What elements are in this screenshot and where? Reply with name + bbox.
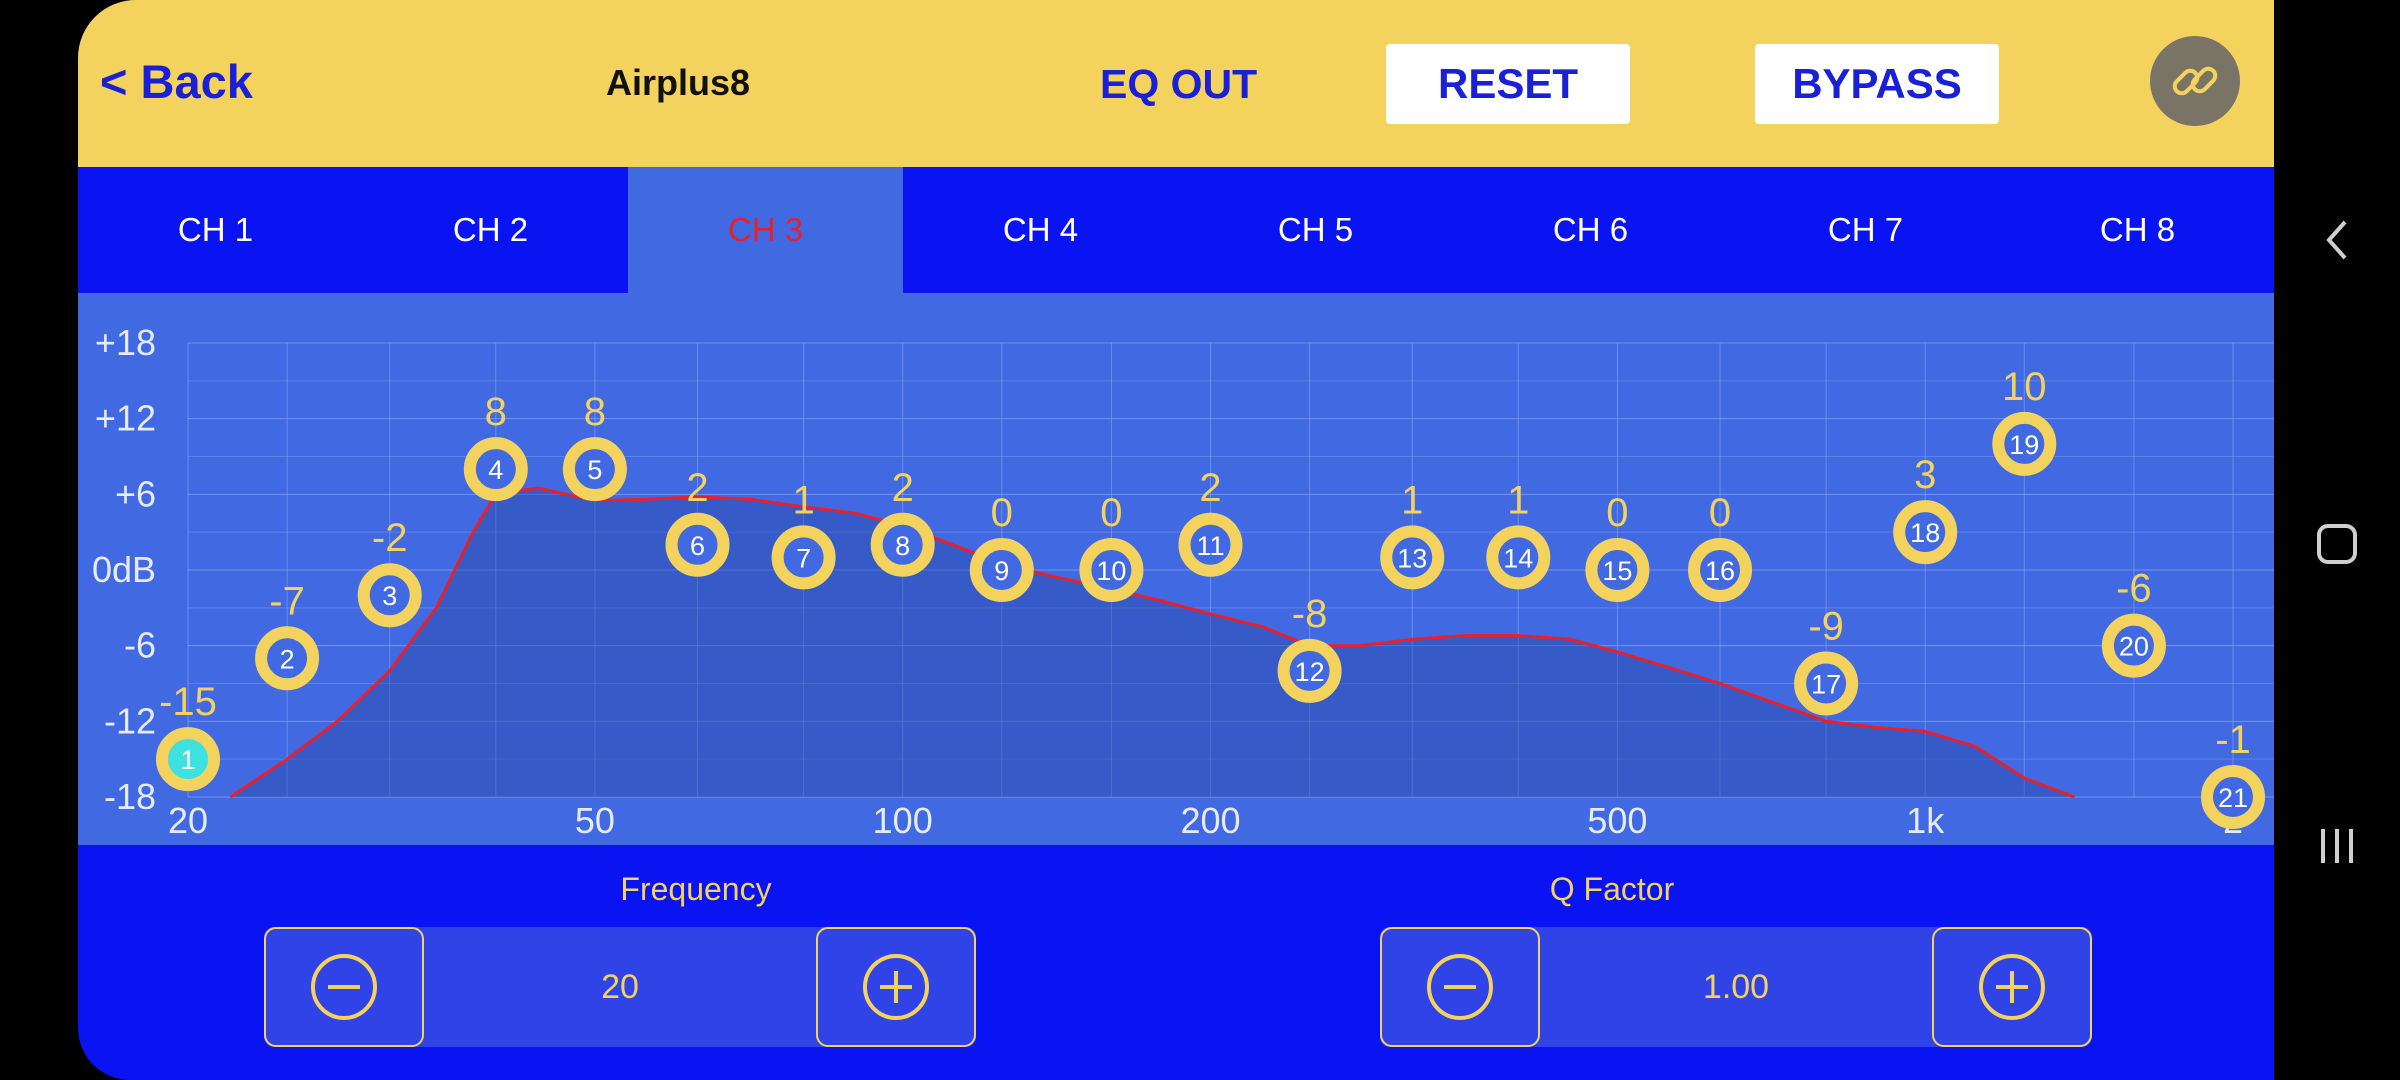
eq-app: < Back Airplus8 EQ OUT RESET BYPASS CH 1… xyxy=(78,0,2274,1080)
x-tick-label: 100 xyxy=(873,800,933,841)
eq-band-gain-label: 8 xyxy=(584,390,606,434)
tab-ch5[interactable]: CH 5 xyxy=(1178,167,1453,293)
eq-band-number: 15 xyxy=(1602,556,1632,586)
qfactor-decrease-button[interactable] xyxy=(1380,927,1540,1047)
eq-band-gain-label: 2 xyxy=(686,466,708,510)
eq-band-number: 6 xyxy=(690,531,705,561)
nav-back-button[interactable] xyxy=(2274,200,2400,280)
frequency-label: Frequency xyxy=(620,871,772,907)
eq-out-button[interactable]: EQ OUT xyxy=(1100,56,1257,112)
y-tick-label: +6 xyxy=(115,473,156,514)
qfactor-value[interactable]: 1.00 xyxy=(1540,927,1932,1047)
eq-band-gain-label: 8 xyxy=(485,390,507,434)
device-name: Airplus8 xyxy=(606,62,751,103)
frequency-increase-button[interactable] xyxy=(816,927,976,1047)
eq-band-number: 19 xyxy=(2009,430,2039,460)
eq-band-gain-label: -8 xyxy=(1292,592,1328,636)
minus-circle-icon xyxy=(311,954,377,1020)
eq-graph[interactable]: +18+12+60dB-6-12-1820501002005001k21-152… xyxy=(78,293,2274,845)
eq-band-gain-label: -9 xyxy=(1808,605,1844,649)
x-tick-label: 20 xyxy=(168,800,208,841)
channel-tabs: CH 1 CH 2 CH 3 CH 4 CH 5 CH 6 CH 7 CH 8 xyxy=(78,167,2274,293)
eq-band-number: 14 xyxy=(1503,543,1533,573)
minus-circle-icon xyxy=(1427,954,1493,1020)
plus-circle-icon xyxy=(863,954,929,1020)
eq-band-number: 18 xyxy=(1910,518,1940,548)
eq-band-gain-label: -15 xyxy=(159,680,217,724)
tab-ch4[interactable]: CH 4 xyxy=(903,167,1178,293)
y-tick-label: -6 xyxy=(124,625,156,666)
system-nav-bar xyxy=(2274,0,2400,1080)
plus-circle-icon xyxy=(1979,954,2045,1020)
tab-ch6[interactable]: CH 6 xyxy=(1453,167,1728,293)
x-tick-label: 50 xyxy=(575,800,615,841)
eq-band-number: 13 xyxy=(1397,543,1427,573)
eq-band-number: 3 xyxy=(382,581,397,611)
link-icon xyxy=(2172,66,2218,96)
tab-ch7[interactable]: CH 7 xyxy=(1728,167,2003,293)
nav-back-icon xyxy=(2326,220,2347,260)
eq-graph-area[interactable]: +18+12+60dB-6-12-1820501002005001k21-152… xyxy=(78,293,2274,845)
x-tick-label: 200 xyxy=(1180,800,1240,841)
eq-band-number: 11 xyxy=(1196,531,1224,561)
qfactor-label: Q Factor xyxy=(1549,871,1675,907)
eq-band-number: 2 xyxy=(280,644,295,674)
eq-band-number: 7 xyxy=(796,543,811,573)
eq-band-gain-label: 0 xyxy=(1709,491,1731,535)
reset-button[interactable]: RESET xyxy=(1386,44,1630,124)
nav-recents-button[interactable] xyxy=(2274,806,2400,886)
qfactor-stepper: 1.00 xyxy=(1380,927,2092,1047)
frequency-stepper: 20 xyxy=(264,927,976,1047)
eq-band-gain-label: -6 xyxy=(2116,567,2152,611)
eq-band-number: 21 xyxy=(2218,783,2248,813)
x-tick-label: 500 xyxy=(1587,800,1647,841)
eq-band-gain-label: -1 xyxy=(2215,718,2251,762)
eq-band-number: 8 xyxy=(895,531,910,561)
eq-band-gain-label: 10 xyxy=(2002,365,2047,409)
y-tick-label: -18 xyxy=(104,776,156,817)
y-tick-label: +18 xyxy=(95,322,156,363)
eq-band-number: 9 xyxy=(994,556,1009,586)
eq-band-number: 1 xyxy=(180,745,195,775)
response-curve-fill xyxy=(230,488,2075,797)
eq-band-gain-label: 1 xyxy=(1507,478,1529,522)
back-button[interactable]: < Back xyxy=(100,52,253,112)
tab-ch8[interactable]: CH 8 xyxy=(2000,167,2274,293)
eq-band-gain-label: 1 xyxy=(792,478,814,522)
tab-ch2[interactable]: CH 2 xyxy=(353,167,628,293)
nav-recents-icon xyxy=(2321,829,2353,863)
bypass-button[interactable]: BYPASS xyxy=(1755,44,1999,124)
eq-band-number: 20 xyxy=(2119,632,2149,662)
y-tick-label: +12 xyxy=(95,398,156,439)
frequency-decrease-button[interactable] xyxy=(264,927,424,1047)
eq-band-gain-label: 1 xyxy=(1401,478,1423,522)
eq-band-number: 10 xyxy=(1096,556,1126,586)
eq-band-number: 17 xyxy=(1811,670,1841,700)
eq-band-gain-label: 2 xyxy=(1199,466,1221,510)
eq-band-gain-label: 0 xyxy=(1606,491,1628,535)
eq-band-number: 16 xyxy=(1705,556,1735,586)
tab-ch1[interactable]: CH 1 xyxy=(78,167,353,293)
nav-home-icon xyxy=(2317,524,2357,564)
y-tick-label: -12 xyxy=(104,700,156,741)
eq-band-gain-label: -2 xyxy=(372,516,408,560)
frequency-value[interactable]: 20 xyxy=(424,927,816,1047)
tab-ch3[interactable]: CH 3 xyxy=(628,167,903,293)
eq-band-number: 5 xyxy=(587,455,602,485)
eq-band-gain-label: -7 xyxy=(269,579,305,623)
eq-band-gain-label: 0 xyxy=(1100,491,1122,535)
eq-band-number: 4 xyxy=(488,455,503,485)
top-bar: < Back Airplus8 EQ OUT RESET BYPASS xyxy=(78,0,2274,167)
y-tick-label: 0dB xyxy=(92,549,156,590)
eq-band-gain-label: 0 xyxy=(991,491,1013,535)
eq-band-number: 12 xyxy=(1295,657,1325,687)
eq-band-gain-label: 3 xyxy=(1914,453,1936,497)
nav-home-button[interactable] xyxy=(2274,504,2400,584)
eq-band-gain-label: 2 xyxy=(892,466,914,510)
link-button[interactable] xyxy=(2150,36,2240,126)
qfactor-increase-button[interactable] xyxy=(1932,927,2092,1047)
band-controls: Frequency 20 Q Factor 1.00 xyxy=(78,845,2274,1080)
x-tick-label: 1k xyxy=(1906,800,1945,841)
